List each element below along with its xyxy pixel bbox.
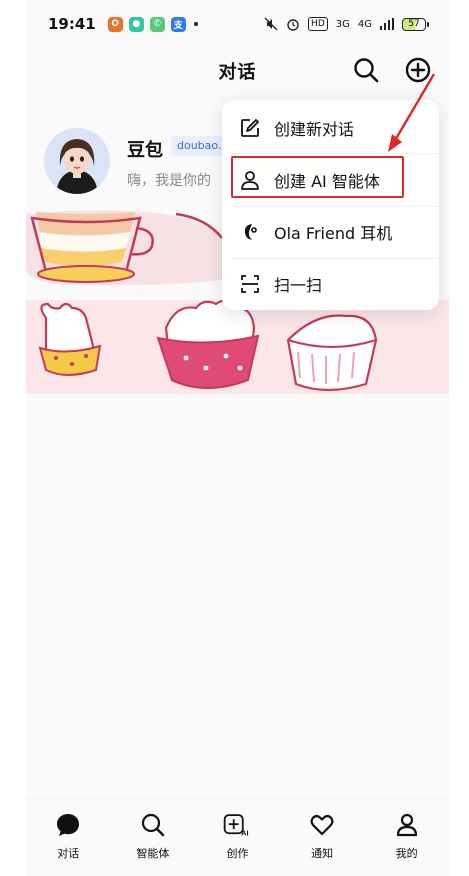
menu-item-label: Ola Friend 耳机: [274, 224, 393, 243]
annotation-arrow-icon: [388, 73, 436, 152]
bottom-nav: 对话 智能体 AI 创作 通知 我的: [26, 798, 449, 876]
orange-app-icon: O: [107, 16, 123, 32]
menu-item-label: 创建新对话: [274, 120, 355, 139]
menu-item-scan[interactable]: 扫一扫: [222, 258, 439, 310]
search-icon: [354, 58, 379, 83]
tab-label: 通知: [311, 847, 334, 860]
status-bar: 19:41 O ● ✆ 支 HD 3G 4G 57: [26, 0, 449, 48]
scan-icon: [239, 273, 261, 295]
tab-notifications[interactable]: 通知: [280, 799, 365, 876]
tab-agents[interactable]: 智能体: [111, 799, 196, 876]
tab-label: 创作: [226, 847, 249, 860]
signal-4g: 4G: [357, 18, 372, 30]
tab-create[interactable]: AI 创作: [195, 799, 280, 876]
teal-app-icon: ●: [128, 16, 144, 32]
search-button[interactable]: [352, 56, 380, 84]
signal-3g: 3G: [335, 18, 350, 30]
alipay-app-icon: 支: [170, 16, 186, 32]
conversation-preview: 嗨，我是你的: [127, 173, 211, 189]
chat-bubble-icon: [54, 811, 82, 839]
earbud-icon: [239, 221, 261, 243]
tab-label: 对话: [57, 847, 80, 860]
status-right: HD 3G 4G 57: [264, 17, 429, 31]
edit-icon: [239, 117, 261, 139]
tab-label: 我的: [395, 847, 418, 860]
tab-label: 智能体: [136, 847, 170, 860]
menu-item-ola-friend[interactable]: Ola Friend 耳机: [222, 206, 439, 258]
avatar: [44, 128, 110, 194]
hd-icon: HD: [308, 17, 328, 31]
highlight-box: [231, 156, 404, 198]
conversation-name: 豆包: [127, 140, 163, 161]
mute-icon: [264, 17, 278, 31]
alarm-icon: [287, 19, 299, 31]
phone-app-icon: ✆: [149, 16, 165, 32]
notification-dot-icon: [193, 22, 198, 26]
create-ai-icon: AI: [223, 811, 251, 839]
svg-text:AI: AI: [242, 829, 249, 838]
tab-profile[interactable]: 我的: [364, 799, 449, 876]
menu-item-label: 扫一扫: [274, 276, 323, 295]
signal-bars-icon: [380, 18, 394, 30]
avatar-illustration: [44, 128, 110, 194]
battery-level: 57: [402, 17, 426, 31]
profile-icon: [393, 811, 421, 839]
status-time: 19:41: [48, 15, 96, 33]
search-icon: [139, 811, 167, 839]
tab-chat[interactable]: 对话: [26, 799, 111, 876]
battery-icon: 57: [402, 17, 429, 31]
heart-icon: [308, 811, 336, 839]
